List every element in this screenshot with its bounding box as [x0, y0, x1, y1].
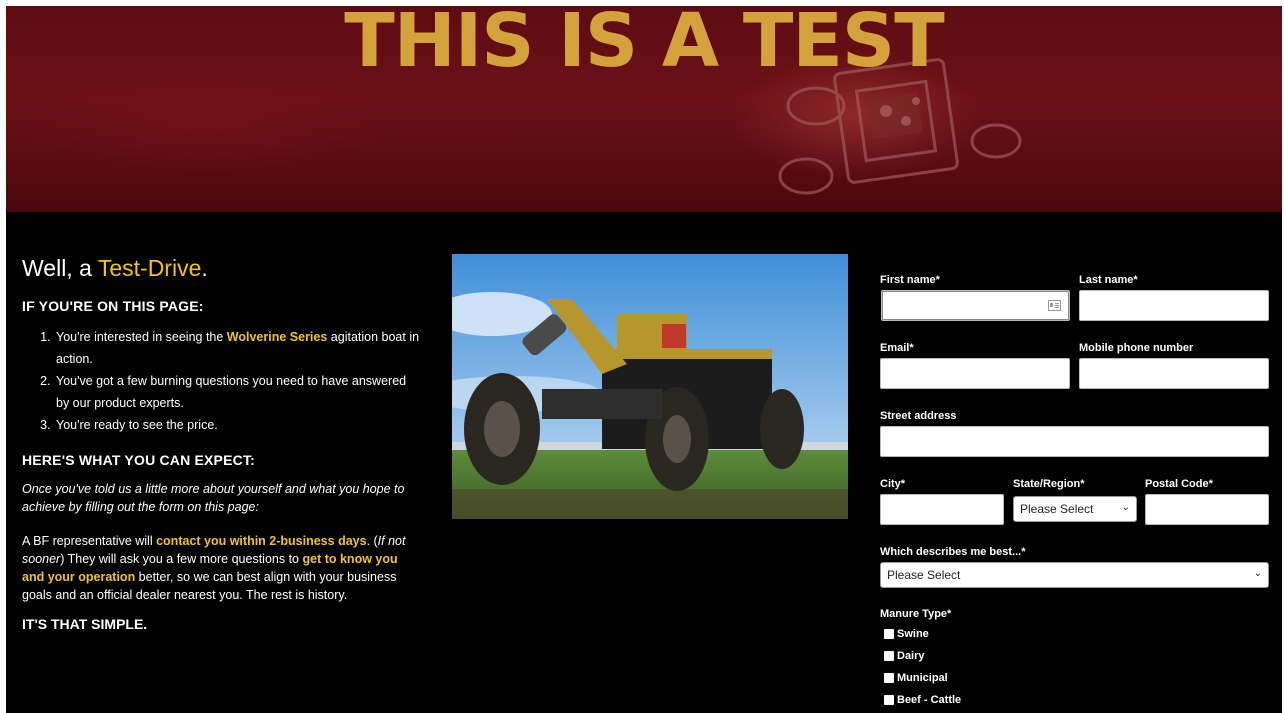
checkbox-label: Beef - Cattle	[897, 694, 962, 706]
para-text: A BF representative will	[22, 534, 157, 548]
last-name-label: Last name*	[1079, 274, 1138, 286]
product-photo	[452, 254, 848, 519]
first-name-label: First name*	[880, 274, 940, 286]
city-label: City*	[880, 478, 906, 490]
checkbox-label: Swine	[897, 628, 929, 640]
hero-banner: THIS IS A TEST	[6, 6, 1282, 212]
list-item: You've got a few burning questions you n…	[54, 370, 422, 414]
reasons-list: You're interested in seeing the Wolverin…	[22, 326, 422, 436]
street-address-input[interactable]	[880, 426, 1269, 457]
postal-code-input[interactable]	[1145, 494, 1269, 525]
city-input[interactable]	[880, 494, 1004, 525]
describes-select[interactable]: Please Select ⌄	[880, 562, 1269, 588]
mobile-label: Mobile phone number	[1079, 342, 1194, 354]
state-select-value: Please Select	[1020, 502, 1094, 516]
manure-option-beef-cattle[interactable]: Beef - Cattle	[884, 694, 961, 706]
wolverine-series-highlight: Wolverine Series	[226, 330, 328, 344]
contact-card-icon	[1048, 300, 1061, 311]
list-item-text: You're interested in seeing the	[56, 330, 227, 344]
manure-option-swine[interactable]: Swine	[884, 628, 929, 640]
italic-intro-paragraph: Once you've told us a little more about …	[22, 482, 405, 514]
checkbox-label: Dairy	[897, 650, 925, 662]
manure-option-municipal[interactable]: Municipal	[884, 672, 948, 684]
rep-contact-paragraph: A BF representative will contact you wit…	[22, 532, 422, 604]
state-region-label: State/Region*	[1013, 478, 1085, 490]
state-region-select[interactable]: Please Select ⌄	[1013, 496, 1137, 522]
street-address-label: Street address	[880, 410, 957, 422]
mobile-phone-input[interactable]	[1079, 358, 1269, 389]
contact-highlight: contact you within 2-business days	[156, 534, 367, 548]
chevron-down-icon: ⌄	[1121, 502, 1130, 513]
page-headline: Well, a Test-Drive.	[22, 254, 422, 282]
email-input[interactable]	[880, 358, 1070, 389]
checkbox[interactable]	[884, 629, 894, 639]
section-heading-expect: HERE'S WHAT YOU CAN EXPECT:	[22, 452, 256, 468]
hero-title: THIS IS A TEST	[344, 6, 944, 84]
checkbox[interactable]	[884, 651, 894, 661]
agitation-boat-image	[452, 254, 848, 519]
page: THIS IS A TEST Well, a Test-Drive. IF YO…	[6, 6, 1282, 713]
chevron-down-icon: ⌄	[1253, 568, 1262, 579]
closing-heading: IT'S THAT SIMPLE.	[22, 616, 148, 632]
email-label: Email*	[880, 342, 914, 354]
list-item: You're ready to see the price.	[54, 414, 422, 436]
headline-highlight: Test-Drive	[97, 255, 202, 281]
describes-select-value: Please Select	[887, 568, 961, 582]
headline-period: .	[201, 255, 208, 281]
headline-text: Well, a	[22, 255, 98, 281]
checkbox[interactable]	[884, 673, 894, 683]
postal-code-label: Postal Code*	[1145, 478, 1213, 490]
list-item: You're interested in seeing the Wolverin…	[54, 326, 422, 370]
para-text: ) They will ask you a few more questions…	[60, 552, 303, 566]
describes-label: Which describes me best...*	[880, 546, 1026, 558]
first-name-input[interactable]	[881, 290, 1070, 321]
manure-option-dairy[interactable]: Dairy	[884, 650, 925, 662]
manure-type-label: Manure Type*	[880, 608, 952, 620]
intro-column: Well, a Test-Drive. IF YOU'RE ON THIS PA…	[22, 254, 422, 632]
section-heading-on-page: IF YOU'RE ON THIS PAGE:	[22, 298, 204, 314]
checkbox[interactable]	[884, 695, 894, 705]
checkbox-label: Municipal	[897, 672, 948, 684]
last-name-input[interactable]	[1079, 290, 1269, 321]
para-text: . (	[366, 534, 378, 548]
